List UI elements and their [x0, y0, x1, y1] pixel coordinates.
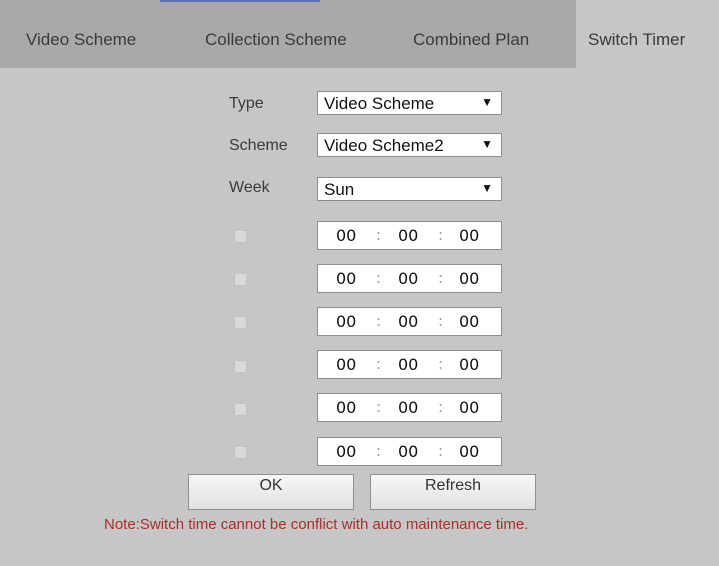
time-separator: :	[376, 312, 382, 330]
minute-field[interactable]: 00	[398, 442, 418, 461]
tab-collection-scheme[interactable]: Collection Scheme	[205, 0, 347, 68]
second-field[interactable]: 00	[459, 442, 479, 461]
time-row-checkbox[interactable]	[234, 273, 247, 286]
time-separator: :	[438, 442, 444, 460]
time-input: 00 : 00 : 00	[317, 264, 502, 293]
time-separator: :	[438, 355, 444, 373]
time-separator: :	[438, 226, 444, 244]
second-field[interactable]: 00	[459, 312, 479, 331]
tab-bar: Video Scheme Collection Scheme Combined …	[0, 0, 719, 68]
time-input: 00 : 00 : 00	[317, 350, 502, 379]
ok-button[interactable]: OK	[188, 474, 354, 510]
time-row-checkbox[interactable]	[234, 360, 247, 373]
time-separator: :	[438, 312, 444, 330]
minute-field[interactable]: 00	[398, 269, 418, 288]
scheme-label: Scheme	[229, 137, 288, 154]
type-select[interactable]: Video Scheme ▼	[317, 91, 502, 115]
time-row-checkbox[interactable]	[234, 230, 247, 243]
hour-field[interactable]: 00	[336, 269, 356, 288]
week-label: Week	[229, 179, 270, 196]
tab-video-scheme[interactable]: Video Scheme	[26, 0, 136, 68]
hour-field[interactable]: 00	[336, 442, 356, 461]
time-row-checkbox[interactable]	[234, 316, 247, 329]
time-input: 00 : 00 : 00	[317, 437, 502, 466]
second-field[interactable]: 00	[459, 269, 479, 288]
week-select-value: Sun	[324, 180, 355, 199]
minute-field[interactable]: 00	[398, 355, 418, 374]
hour-field[interactable]: 00	[336, 312, 356, 331]
time-separator: :	[376, 226, 382, 244]
minute-field[interactable]: 00	[398, 398, 418, 417]
time-separator: :	[376, 442, 382, 460]
time-input: 00 : 00 : 00	[317, 221, 502, 250]
hour-field[interactable]: 00	[336, 355, 356, 374]
type-label: Type	[229, 95, 264, 112]
dropdown-arrow-icon: ▼	[481, 137, 493, 151]
time-separator: :	[376, 398, 382, 416]
time-separator: :	[376, 355, 382, 373]
second-field[interactable]: 00	[459, 355, 479, 374]
tab-combined-plan[interactable]: Combined Plan	[413, 0, 529, 68]
type-select-value: Video Scheme	[324, 94, 435, 113]
dropdown-arrow-icon: ▼	[481, 181, 493, 195]
minute-field[interactable]: 00	[398, 312, 418, 331]
time-input: 00 : 00 : 00	[317, 307, 502, 336]
conflict-note: Note:Switch time cannot be conflict with…	[104, 516, 529, 533]
scheme-select-value: Video Scheme2	[324, 136, 444, 155]
time-input: 00 : 00 : 00	[317, 393, 502, 422]
second-field[interactable]: 00	[459, 226, 479, 245]
refresh-button[interactable]: Refresh	[370, 474, 536, 510]
hour-field[interactable]: 00	[336, 398, 356, 417]
scheme-select[interactable]: Video Scheme2 ▼	[317, 133, 502, 157]
week-select[interactable]: Sun ▼	[317, 177, 502, 201]
time-separator: :	[376, 269, 382, 287]
hour-field[interactable]: 00	[336, 226, 356, 245]
time-row-checkbox[interactable]	[234, 403, 247, 416]
time-separator: :	[438, 398, 444, 416]
time-separator: :	[438, 269, 444, 287]
second-field[interactable]: 00	[459, 398, 479, 417]
minute-field[interactable]: 00	[398, 226, 418, 245]
tab-switch-timer[interactable]: Switch Timer	[576, 0, 719, 68]
dropdown-arrow-icon: ▼	[481, 95, 493, 109]
time-row-checkbox[interactable]	[234, 446, 247, 459]
